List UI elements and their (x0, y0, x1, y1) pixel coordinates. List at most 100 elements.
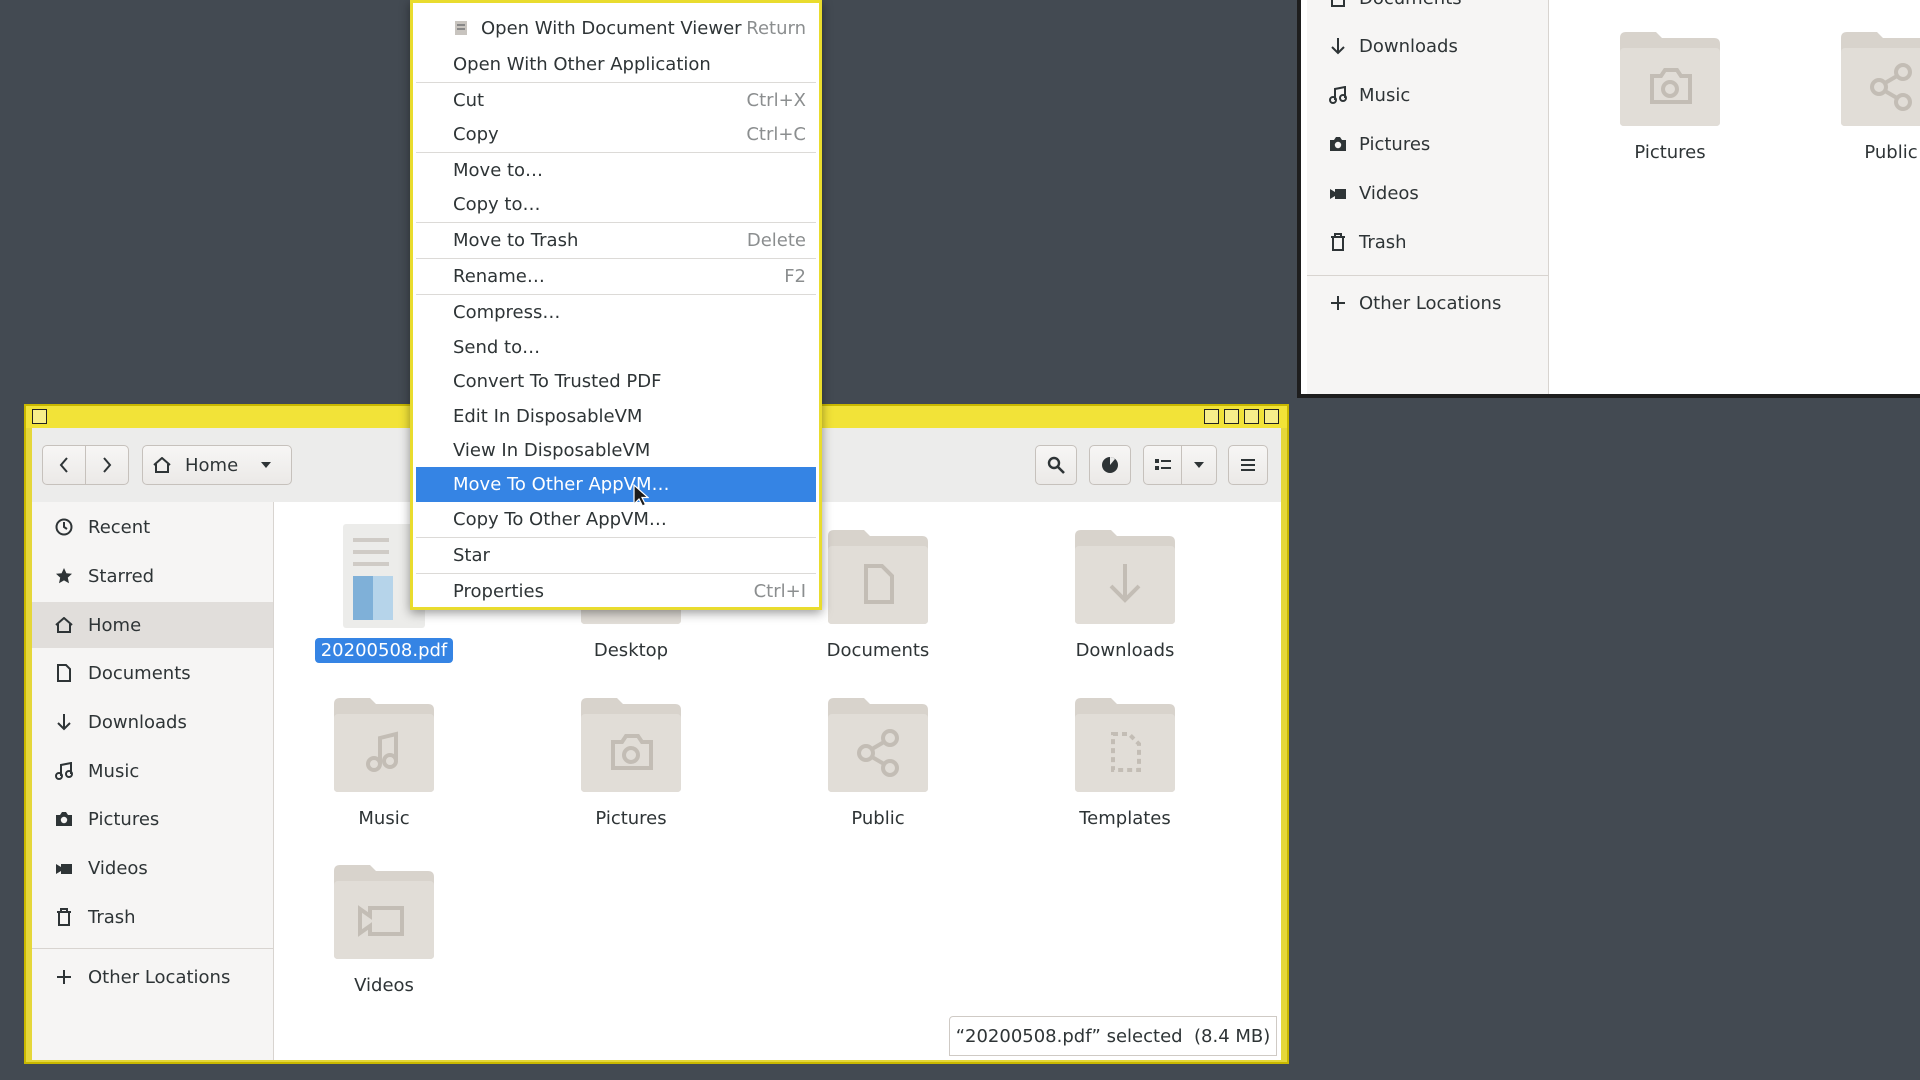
menu-item-star[interactable]: Star (416, 538, 816, 573)
sidebar-item-documents[interactable]: Documents (32, 650, 273, 696)
music-note-icon (334, 698, 434, 792)
menu-item-compress[interactable]: Compress… (416, 295, 816, 329)
download-arrow-icon (52, 711, 76, 733)
sidebar-item-other-locations[interactable]: Other Locations (32, 954, 273, 1000)
home-icon (52, 614, 76, 636)
sidebar-item-label: Downloads (88, 711, 187, 733)
menu-item-move-to-trash[interactable]: Move to Trash Delete (416, 223, 816, 257)
folder-item[interactable]: Music (284, 692, 484, 831)
menu-item-label: Copy (453, 123, 499, 145)
bg-sidebar-item-documents[interactable]: Documents (1327, 0, 1462, 18)
menu-item-send-to[interactable]: Send to… (416, 330, 816, 364)
sidebar-item-trash[interactable]: Trash (32, 894, 273, 940)
bg-sidebar-item-pictures[interactable]: Pictures (1327, 124, 1430, 164)
trash-icon (1327, 231, 1349, 253)
bg-sidebar-label: Documents (1359, 0, 1462, 9)
clock-icon (52, 516, 76, 538)
sidebar-item-label: Home (88, 614, 142, 636)
menu-item-accel: F2 (784, 265, 806, 287)
folder-label: Pictures (1634, 142, 1706, 163)
forward-button[interactable] (85, 445, 129, 485)
window-minimize-button[interactable] (1224, 409, 1239, 424)
folder-item[interactable]: Public (778, 692, 978, 831)
menu-item-label: Open With Other Application (453, 53, 711, 75)
view-mode-button[interactable] (1143, 445, 1182, 485)
menu-item-accel: Ctrl+X (746, 89, 806, 111)
chevron-down-icon (261, 462, 272, 468)
video-icon (52, 857, 76, 879)
sidebar-item-recent[interactable]: Recent (32, 504, 273, 550)
music-note-icon (52, 760, 76, 782)
folder-item[interactable]: Pictures (531, 692, 731, 831)
hamburger-menu-icon (1241, 459, 1255, 471)
sidebar-item-music[interactable]: Music (32, 748, 273, 794)
search-icon (1047, 456, 1065, 474)
window-maximize-button[interactable] (1244, 409, 1259, 424)
plus-icon (1327, 292, 1349, 314)
menu-item-rename[interactable]: Rename… F2 (416, 259, 816, 293)
bg-sidebar-label: Trash (1359, 231, 1407, 253)
menu-item-view-in-disposablevm[interactable]: View In DisposableVM (416, 433, 816, 467)
back-button[interactable] (42, 445, 86, 485)
camera-icon (1620, 32, 1720, 126)
location-path-button[interactable]: Home (142, 445, 292, 485)
menu-item-move-to[interactable]: Move to… (416, 153, 816, 187)
menu-item-open-with-other-application[interactable]: Open With Other Application (416, 47, 816, 81)
bg-sidebar-item-music[interactable]: Music (1327, 75, 1410, 115)
download-arrow-icon (1075, 530, 1175, 624)
view-options-button[interactable] (1181, 445, 1217, 485)
bg-sidebar-item-videos[interactable]: Videos (1327, 173, 1419, 213)
menu-item-copy-to-other-appvm[interactable]: Copy To Other AppVM… (416, 502, 816, 536)
menu-item-copy-to[interactable]: Copy to… (416, 187, 816, 221)
operations-button[interactable] (1089, 445, 1131, 485)
bg-sidebar-item-trash[interactable]: Trash (1327, 222, 1407, 262)
menu-item-move-to-other-appvm[interactable]: Move To Other AppVM… (416, 467, 816, 502)
menu-item-label: Convert To Trusted PDF (453, 370, 662, 392)
folder-item[interactable]: Downloads (1025, 524, 1225, 663)
menu-item-label: Copy To Other AppVM… (453, 508, 667, 530)
sidebar-item-videos[interactable]: Videos (32, 845, 273, 891)
search-button[interactable] (1035, 445, 1077, 485)
bg-sidebar-item-other-locations[interactable]: Other Locations (1327, 283, 1501, 323)
menu-item-cut[interactable]: Cut Ctrl+X (416, 83, 816, 117)
video-icon (1327, 182, 1349, 204)
download-arrow-icon (1327, 35, 1349, 57)
window-close-button[interactable] (1264, 409, 1279, 424)
menu-item-label: Move to Trash (453, 229, 579, 251)
camera-icon (581, 698, 681, 792)
home-icon (153, 457, 171, 473)
sidebar-item-label: Other Locations (88, 966, 231, 988)
sidebar-item-label: Starred (88, 565, 155, 587)
sidebar-item-downloads[interactable]: Downloads (32, 699, 273, 745)
file-context-menu: Open With Document Viewer Return Open Wi… (410, 0, 822, 610)
folder-item[interactable]: Videos (284, 859, 484, 998)
camera-icon (1327, 133, 1349, 155)
menu-item-properties[interactable]: Properties Ctrl+I (416, 574, 816, 609)
menu-item-copy[interactable]: Copy Ctrl+C (416, 117, 816, 151)
progress-pie-icon (1102, 457, 1118, 473)
background-sidebar: Documents Downloads Music Pictures Video… (1307, 0, 1549, 394)
window-menu-button[interactable] (32, 409, 47, 424)
menu-item-accel: Ctrl+C (746, 123, 806, 145)
bg-sidebar-item-downloads[interactable]: Downloads (1327, 26, 1458, 66)
trash-icon (52, 906, 76, 928)
main-menu-button[interactable] (1228, 445, 1268, 485)
folder-item[interactable]: Templates (1025, 692, 1225, 831)
bg-folder-public[interactable]: Public (1826, 26, 1920, 163)
document-icon (52, 662, 76, 684)
menu-item-open-with-document-viewer[interactable]: Open With Document Viewer Return (416, 11, 816, 45)
menu-item-convert-to-trusted-pdf[interactable]: Convert To Trusted PDF (416, 364, 816, 398)
window-shade-button[interactable] (1204, 409, 1219, 424)
folder-label: Videos (354, 975, 414, 996)
places-sidebar: Recent Starred Home Documents Downloads … (32, 502, 274, 1060)
menu-item-label: Properties (453, 581, 544, 602)
sidebar-item-pictures[interactable]: Pictures (32, 796, 273, 842)
menu-item-edit-in-disposablevm[interactable]: Edit In DisposableVM (416, 399, 816, 433)
sidebar-item-home[interactable]: Home (32, 602, 273, 648)
menu-item-accel: Return (746, 17, 806, 39)
bg-folder-pictures[interactable]: Pictures (1605, 26, 1735, 163)
share-icon (1841, 32, 1920, 126)
bg-sidebar-label: Videos (1359, 182, 1419, 204)
sidebar-item-starred[interactable]: Starred (32, 553, 273, 599)
chevron-left-icon (59, 457, 68, 473)
